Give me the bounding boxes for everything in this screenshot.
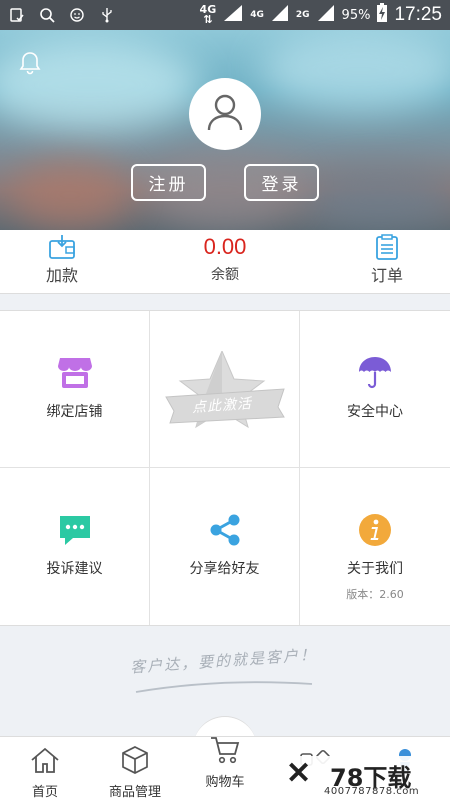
box-icon: [90, 743, 180, 777]
tab-home[interactable]: 首页: [0, 743, 90, 800]
login-button[interactable]: 登录: [244, 164, 319, 201]
tab-cart[interactable]: 购物车: [180, 733, 270, 790]
profile-header: 注册 登录: [0, 30, 450, 230]
info-icon: [357, 512, 393, 548]
avatar[interactable]: [189, 78, 261, 150]
complaints-label: 投诉建议: [46, 561, 103, 577]
about-us-label: 关于我们: [347, 561, 403, 577]
slogan-underline: [135, 681, 313, 693]
status-bar: 4G ⇅ 4G 2G 95% 17:25: [0, 0, 450, 30]
complaints-button[interactable]: 投诉建议: [0, 468, 150, 625]
about-us-button[interactable]: 关于我们 版本：2.60: [300, 468, 450, 625]
home-icon: [0, 743, 90, 777]
network-indicator-2: 4G: [250, 10, 264, 20]
tab-goods-label: 商品管理: [108, 785, 161, 800]
activate-button[interactable]: 点此激活: [150, 311, 300, 468]
feature-grid: 绑定店铺 点此激活 安全中心 投诉建议 分享给好友 关于我们 版本：2.60: [0, 310, 450, 626]
wallet-icon: [22, 234, 102, 262]
activate-label: 点此激活: [191, 395, 253, 417]
search-icon: [38, 6, 56, 24]
star-icon: [164, 351, 285, 429]
balance-label: 余额: [211, 267, 239, 283]
signal-icon-3: [316, 4, 336, 26]
security-center-label: 安全中心: [347, 404, 403, 420]
signal-icon-2: [270, 4, 290, 26]
face-icon: [68, 6, 86, 24]
chat-icon: [57, 512, 93, 548]
watermark-x-logo: ✕: [286, 757, 312, 790]
orders-label: 订单: [370, 266, 403, 285]
watermark-url: 4007787878.com: [324, 786, 420, 797]
network-indicator-1: 4G ⇅: [199, 3, 217, 26]
recharge-label: 加款: [45, 266, 78, 285]
clipboard-icon: [347, 234, 427, 262]
tab-goods[interactable]: 商品管理: [90, 743, 180, 800]
balance-display[interactable]: 0.00 余额: [175, 234, 275, 284]
balance-value: 0.00: [203, 234, 247, 259]
watermark: ✕ 78下载 4007787878.com: [282, 756, 450, 800]
tab-cart-label: 购物车: [205, 775, 245, 790]
share-label: 分享给好友: [189, 561, 260, 577]
clock: 17:25: [394, 4, 442, 25]
bind-store-label: 绑定店铺: [46, 404, 103, 420]
recharge-button[interactable]: 加款: [22, 234, 102, 286]
cart-icon: [180, 733, 270, 767]
bell-icon[interactable]: [18, 50, 42, 80]
usb-icon: [98, 6, 116, 24]
slogan-text: 客户达，要的就是客户！: [129, 645, 318, 677]
account-strip: 加款 0.00 余额 订单: [0, 230, 450, 294]
share-icon: [207, 512, 243, 548]
security-center-button[interactable]: 安全中心: [300, 311, 450, 468]
umbrella-icon: [357, 355, 393, 391]
orders-button[interactable]: 订单: [347, 234, 427, 286]
battery-charging-icon: [376, 3, 388, 27]
network-indicator-3: 2G: [295, 10, 310, 20]
avatar-icon: [205, 92, 245, 136]
battery-percent: 95%: [341, 7, 371, 23]
version-label: 版本：2.60: [346, 588, 404, 601]
bind-store-button[interactable]: 绑定店铺: [0, 311, 150, 468]
signal-icon: [222, 4, 244, 26]
activate-star-badge: 点此激活: [160, 351, 290, 431]
store-icon: [57, 355, 93, 391]
share-button[interactable]: 分享给好友: [150, 468, 300, 625]
notification-icon: [8, 6, 26, 24]
register-button[interactable]: 注册: [131, 164, 206, 201]
tab-home-label: 首页: [31, 785, 58, 800]
